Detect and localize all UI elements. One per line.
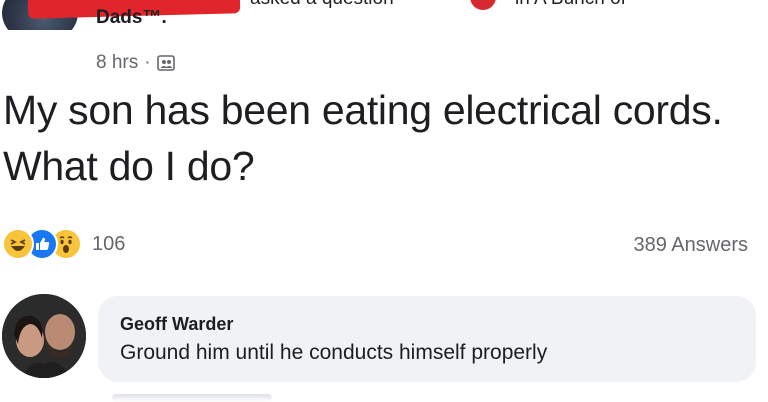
- comment-text: Ground him until he conducts himself pro…: [120, 341, 548, 364]
- post-meta: 8 hrs ·: [96, 52, 175, 74]
- comment-author[interactable]: Geoff Warder: [120, 312, 734, 336]
- haha-icon: [2, 228, 34, 260]
- question-text: My son has been eating electrical cords.…: [3, 87, 723, 189]
- post-time[interactable]: 8 hrs: [96, 52, 138, 74]
- answers-count-link[interactable]: 389 Answers: [633, 234, 748, 257]
- reactions-summary[interactable]: 106: [2, 228, 125, 260]
- post-stats: 106 389 Answers: [0, 228, 768, 268]
- header-group-prefix: in A Bunch of: [515, 0, 626, 10]
- comment-bubble: Geoff Warder Ground him until he conduct…: [98, 296, 756, 382]
- reaction-count: 106: [92, 232, 126, 255]
- commenter-avatar[interactable]: [2, 294, 86, 378]
- header-action-text: asked a question: [250, 0, 394, 10]
- group-name[interactable]: Dads™.: [96, 6, 167, 30]
- meta-separator: ·: [144, 52, 151, 73]
- redaction-mark-small: [470, 0, 496, 10]
- cropped-comment-actions: [112, 394, 272, 402]
- group-audience-icon: [156, 54, 175, 72]
